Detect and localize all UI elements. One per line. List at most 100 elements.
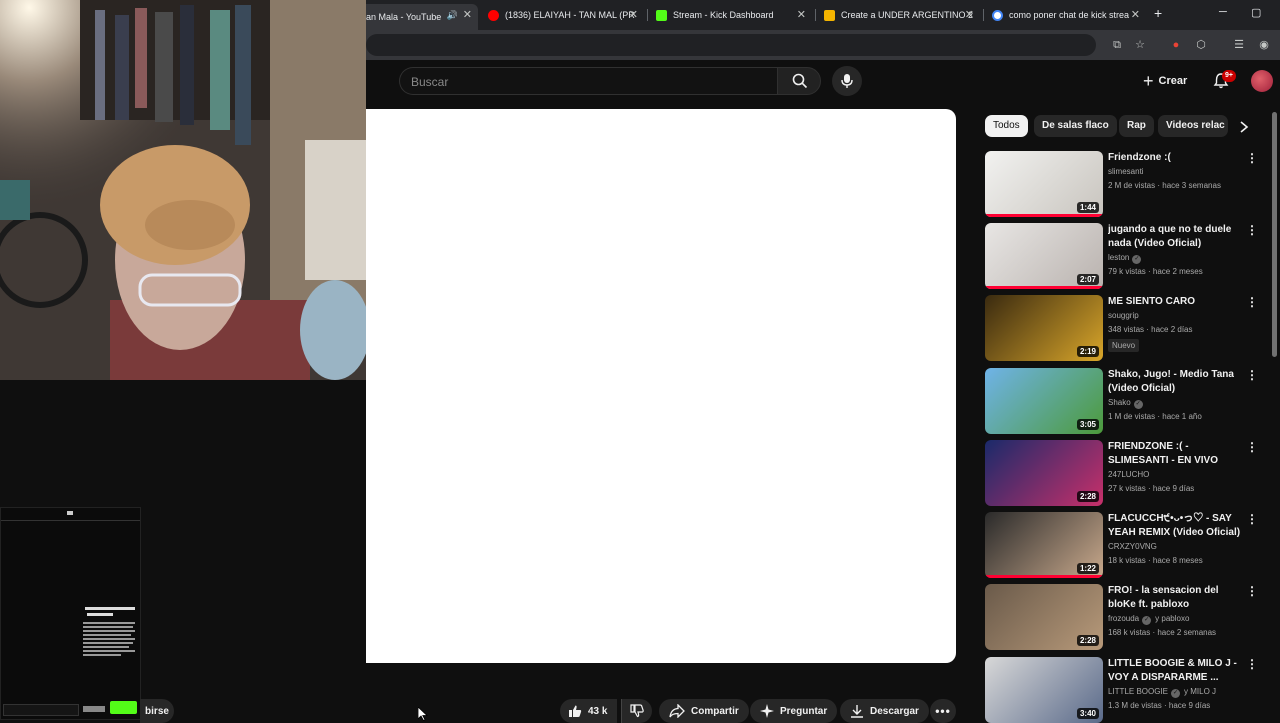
- video-thumbnail[interactable]: 2:28: [985, 440, 1103, 506]
- thumbs-down-icon: [630, 704, 644, 718]
- new-badge: Nuevo: [1108, 339, 1140, 352]
- create-button[interactable]: + Crear: [1143, 71, 1187, 91]
- search-input[interactable]: Buscar: [399, 67, 777, 95]
- tab-create-under[interactable]: Create a UNDER ARGENTINO 2 ✕: [818, 4, 980, 26]
- account-avatar[interactable]: [1251, 70, 1273, 92]
- video-title[interactable]: ME SIENTO CARO: [1108, 295, 1243, 309]
- ask-button[interactable]: Preguntar: [750, 699, 838, 723]
- chat-input[interactable]: [3, 704, 79, 716]
- video-title[interactable]: jugando a que no te duele nada (Video Of…: [1108, 223, 1243, 251]
- chip-todos[interactable]: Todos: [985, 115, 1028, 137]
- channel-label: souggrip: [1108, 311, 1139, 320]
- more-vertical-icon[interactable]: ⋮: [1246, 512, 1258, 526]
- more-actions-button[interactable]: •••: [930, 699, 956, 723]
- webcam-overlay: [0, 0, 366, 380]
- channel-name[interactable]: LITTLE BOOGIE ✓ y MILO J: [1108, 687, 1216, 698]
- video-title[interactable]: FLACUCCH੯•ᴗ•っ♡ - SAY YEAH REMIX (Video O…: [1108, 512, 1243, 540]
- video-thumbnail[interactable]: 2:28: [985, 584, 1103, 650]
- channel-name[interactable]: 247LUCHO: [1108, 470, 1149, 479]
- video-title[interactable]: Shako, Jugo! - Medio Tana (Video Oficial…: [1108, 368, 1243, 396]
- profile-icon[interactable]: ◉: [1257, 38, 1271, 52]
- minimize-icon[interactable]: ─: [1219, 6, 1227, 18]
- more-vertical-icon[interactable]: ⋮: [1246, 223, 1258, 237]
- close-tab-icon[interactable]: ✕: [797, 8, 806, 21]
- dislike-button[interactable]: [621, 699, 652, 723]
- like-button[interactable]: 43 k: [560, 699, 618, 723]
- share-label: Compartir: [691, 705, 739, 717]
- ask-label: Preguntar: [780, 705, 828, 717]
- chip-rap[interactable]: Rap: [1119, 115, 1154, 137]
- channel-name[interactable]: CRXZY0VNG: [1108, 542, 1157, 551]
- chat-welcome-message: [81, 605, 139, 693]
- recommended-video[interactable]: 1:22 FLACUCCH੯•ᴗ•っ♡ - SAY YEAH REMIX (Vid…: [985, 512, 1270, 578]
- recommended-video[interactable]: 2:28 FRO! - la sensacion del bloKe ft. pa…: [985, 584, 1270, 650]
- channel-name[interactable]: souggrip: [1108, 311, 1139, 320]
- share-icon: [669, 704, 685, 718]
- subscribe-button[interactable]: birse: [140, 699, 174, 723]
- extension-record-icon[interactable]: ●: [1169, 38, 1183, 52]
- new-tab-icon[interactable]: +: [1154, 5, 1162, 21]
- bookmark-star-icon[interactable]: ☆: [1133, 38, 1147, 52]
- video-title[interactable]: Friendzone :(: [1108, 151, 1243, 165]
- chevron-right-icon[interactable]: [1238, 120, 1250, 134]
- tab-google-search[interactable]: como poner chat de kick strea ✕: [986, 4, 1146, 26]
- recommended-video[interactable]: 2:07 jugando a que no te duele nada (Vide…: [985, 223, 1270, 289]
- video-thumbnail[interactable]: 1:22: [985, 512, 1103, 578]
- recommended-video[interactable]: 3:40 LITTLE BOOGIE & MILO J - VOY A DISPA…: [985, 657, 1270, 723]
- close-tab-icon[interactable]: ✕: [1131, 8, 1140, 21]
- address-bar[interactable]: [366, 34, 1096, 56]
- download-icon: [851, 705, 863, 718]
- chip-videos-relacionados[interactable]: Videos relac: [1158, 115, 1228, 137]
- channel-name[interactable]: Shako ✓: [1108, 398, 1143, 409]
- more-vertical-icon[interactable]: ⋮: [1246, 440, 1258, 454]
- more-vertical-icon[interactable]: ⋮: [1246, 151, 1258, 165]
- extensions-puzzle-icon[interactable]: ⬡: [1194, 38, 1208, 52]
- recommended-video[interactable]: 2:19 ME SIENTO CARO souggrip 348 vistas · h…: [985, 295, 1270, 361]
- channel-label: CRXZY0VNG: [1108, 542, 1157, 551]
- video-title[interactable]: FRIENDZONE :( - SLIMESANTI - EN VIVO NIC…: [1108, 440, 1243, 468]
- maximize-icon[interactable]: ▢: [1251, 6, 1261, 19]
- share-button[interactable]: Compartir: [659, 699, 749, 723]
- video-thumbnail[interactable]: 2:07: [985, 223, 1103, 289]
- video-thumbnail[interactable]: 3:40: [985, 657, 1103, 723]
- watch-progress-bar: [985, 286, 1103, 289]
- recommended-video[interactable]: 3:05 Shako, Jugo! - Medio Tana (Video Ofi…: [985, 368, 1270, 434]
- voice-search-button[interactable]: [832, 66, 862, 96]
- channel-name[interactable]: frozouda ✓ y pabloxo: [1108, 614, 1189, 625]
- video-title[interactable]: LITTLE BOOGIE & MILO J - VOY A DISPARARM…: [1108, 657, 1243, 685]
- chat-send-button[interactable]: [110, 701, 137, 714]
- tab-elaiyah[interactable]: (1836) ELAIYAH - TAN MAL (PR ✕: [482, 4, 644, 26]
- mouse-cursor-icon: [418, 707, 428, 721]
- video-thumbnail[interactable]: 1:44: [985, 151, 1103, 217]
- video-thumbnail[interactable]: 3:05: [985, 368, 1103, 434]
- channel-name[interactable]: slimesanti: [1108, 167, 1144, 176]
- video-thumbnail[interactable]: 2:19: [985, 295, 1103, 361]
- channel-name[interactable]: leston ✓: [1108, 253, 1142, 264]
- download-button[interactable]: Descargar: [840, 699, 929, 723]
- likes-count: 43 k: [588, 705, 608, 717]
- more-vertical-icon[interactable]: ⋮: [1246, 368, 1258, 382]
- chat-rules-link[interactable]: [83, 706, 105, 712]
- page-scrollbar[interactable]: [1272, 112, 1277, 357]
- more-vertical-icon[interactable]: ⋮: [1246, 584, 1258, 598]
- install-app-icon[interactable]: ⧉: [1110, 38, 1124, 52]
- tab-youtube-active[interactable]: an Mala - YouTube 🔊 ✕: [360, 4, 478, 30]
- download-label: Descargar: [870, 705, 919, 717]
- recommended-video[interactable]: 1:44 Friendzone :( slimesanti 2 M de vistas…: [985, 151, 1270, 217]
- recommended-video[interactable]: 2:28 FRIENDZONE :( - SLIMESANTI - EN VIVO…: [985, 440, 1270, 506]
- channel-label: LITTLE BOOGIE: [1108, 687, 1169, 696]
- video-title[interactable]: FRO! - la sensacion del bloKe ft. pablox…: [1108, 584, 1243, 612]
- chip-de-salas-flaco[interactable]: De salas flaco: [1034, 115, 1117, 137]
- reading-list-icon[interactable]: ☰: [1232, 38, 1246, 52]
- search-button[interactable]: [777, 67, 821, 95]
- close-tab-icon[interactable]: ✕: [965, 8, 974, 21]
- close-tab-icon[interactable]: ✕: [629, 8, 638, 21]
- video-player[interactable]: [366, 109, 956, 663]
- close-tab-icon[interactable]: ✕: [463, 8, 472, 21]
- more-vertical-icon[interactable]: ⋮: [1246, 295, 1258, 309]
- video-meta: 2 M de vistas · hace 3 semanas: [1108, 181, 1221, 190]
- tab-kick-dashboard[interactable]: Stream - Kick Dashboard ✕: [650, 4, 812, 26]
- search-icon: [792, 73, 808, 89]
- more-vertical-icon[interactable]: ⋮: [1246, 657, 1258, 671]
- youtube-favicon-icon: [488, 9, 499, 21]
